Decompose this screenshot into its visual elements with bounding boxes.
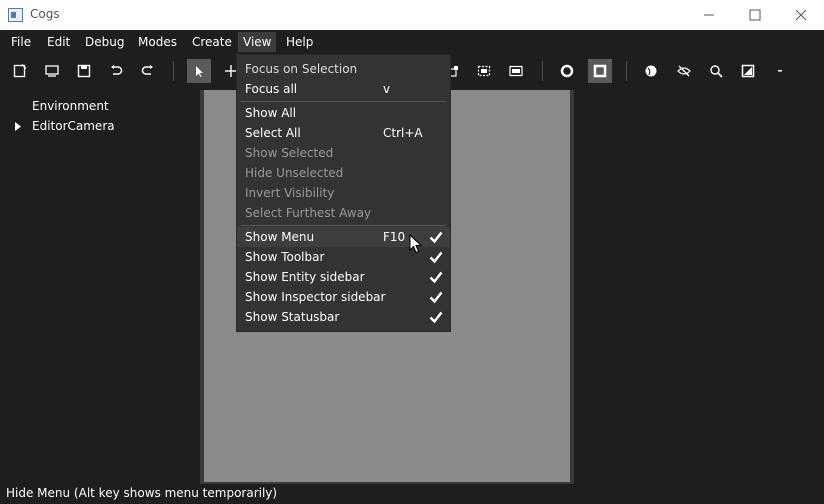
checkmark-icon — [429, 311, 443, 324]
menu-item-select-furthest-away: Select Furthest Away — [245, 206, 372, 220]
menu-bar: File Edit Debug Modes Create View Help — [0, 30, 824, 54]
menu-item-hide-unselected: Hide Unselected — [245, 166, 344, 180]
window-title: Cogs — [30, 7, 60, 21]
menu-item-focus-on-selection[interactable]: Focus on Selection — [237, 59, 450, 79]
overflow-icon — [778, 70, 782, 72]
toolbar-separator — [173, 61, 174, 81]
close-button[interactable] — [778, 0, 824, 30]
frame-icon — [477, 65, 491, 77]
status-text: Hide Menu (Alt key shows menu temporaril… — [6, 486, 278, 500]
menu-item-show-selected: Show Selected — [245, 146, 334, 160]
app-icon — [8, 8, 23, 22]
expand-arrow-icon[interactable] — [14, 122, 22, 131]
checkmark-icon — [429, 231, 443, 244]
screen-icon — [509, 65, 523, 77]
minimize-icon — [704, 14, 714, 16]
global-space-button[interactable] — [588, 59, 612, 83]
eye-off-icon — [677, 65, 691, 77]
menu-separator — [241, 101, 446, 102]
menu-item-show-statusbar[interactable]: Show Statusbar — [237, 307, 450, 327]
checkmark-icon — [429, 291, 443, 304]
tree-item[interactable]: Environment — [32, 99, 109, 113]
new-button[interactable] — [8, 59, 32, 83]
menu-item-show-entity-sidebar[interactable]: Show Entity sidebar — [237, 267, 450, 287]
menu-help[interactable]: Help — [281, 32, 318, 52]
status-bar: Hide Menu (Alt key shows menu temporaril… — [0, 484, 824, 504]
hide-button[interactable] — [672, 59, 696, 83]
circle-icon — [560, 64, 574, 78]
menu-file[interactable]: File — [6, 32, 36, 52]
view-menu-dropdown: Focus on Selection Focus all v Show All … — [236, 54, 451, 332]
maximize-icon — [749, 9, 761, 21]
checkmark-icon — [429, 271, 443, 284]
search-scene-button[interactable] — [704, 59, 728, 83]
save-button[interactable] — [72, 59, 96, 83]
tree-item[interactable]: EditorCamera — [32, 119, 115, 133]
open-button[interactable] — [40, 59, 64, 83]
select-tool-button[interactable] — [187, 59, 211, 83]
toggle-icon — [741, 64, 755, 78]
redo-button[interactable] — [136, 59, 160, 83]
toggle-button[interactable] — [736, 59, 760, 83]
menu-modes[interactable]: Modes — [133, 32, 182, 52]
close-icon — [795, 9, 807, 21]
menu-edit[interactable]: Edit — [42, 32, 75, 52]
undo-button[interactable] — [104, 59, 128, 83]
toolbar-separator — [542, 61, 543, 81]
menu-item-invert-visibility: Invert Visibility — [245, 186, 335, 200]
toolbar-overflow-button[interactable] — [768, 59, 792, 83]
toolbar-separator — [626, 61, 627, 81]
menu-item-focus-all[interactable]: Focus all v — [237, 79, 450, 99]
screen-button[interactable] — [504, 59, 528, 83]
entity-sidebar: Environment EditorCamera — [0, 88, 200, 484]
mouse-cursor-icon — [409, 234, 423, 254]
minimize-button[interactable] — [686, 0, 732, 30]
frame-button[interactable] — [472, 59, 496, 83]
local-space-button[interactable] — [555, 59, 579, 83]
menu-view[interactable]: View — [238, 32, 277, 52]
maximize-button[interactable] — [732, 0, 778, 30]
redo-icon — [141, 65, 153, 75]
menu-item-show-inspector-sidebar[interactable]: Show Inspector sidebar — [237, 287, 450, 307]
globe-icon — [645, 65, 657, 77]
square-icon — [593, 64, 607, 78]
menu-create[interactable]: Create — [187, 32, 237, 52]
menu-separator — [241, 225, 446, 226]
open-icon — [45, 65, 59, 77]
save-icon — [77, 64, 91, 78]
pointer-icon — [196, 66, 203, 77]
new-file-icon — [13, 64, 27, 78]
menu-item-show-all[interactable]: Show All — [237, 103, 450, 123]
menu-item-select-all[interactable]: Select All Ctrl+A — [237, 123, 450, 143]
search-icon — [710, 65, 723, 78]
title-bar: Cogs — [0, 0, 824, 30]
checkmark-icon — [429, 251, 443, 264]
undo-icon — [111, 65, 123, 75]
globe-button[interactable] — [639, 59, 663, 83]
menu-debug[interactable]: Debug — [80, 32, 129, 52]
